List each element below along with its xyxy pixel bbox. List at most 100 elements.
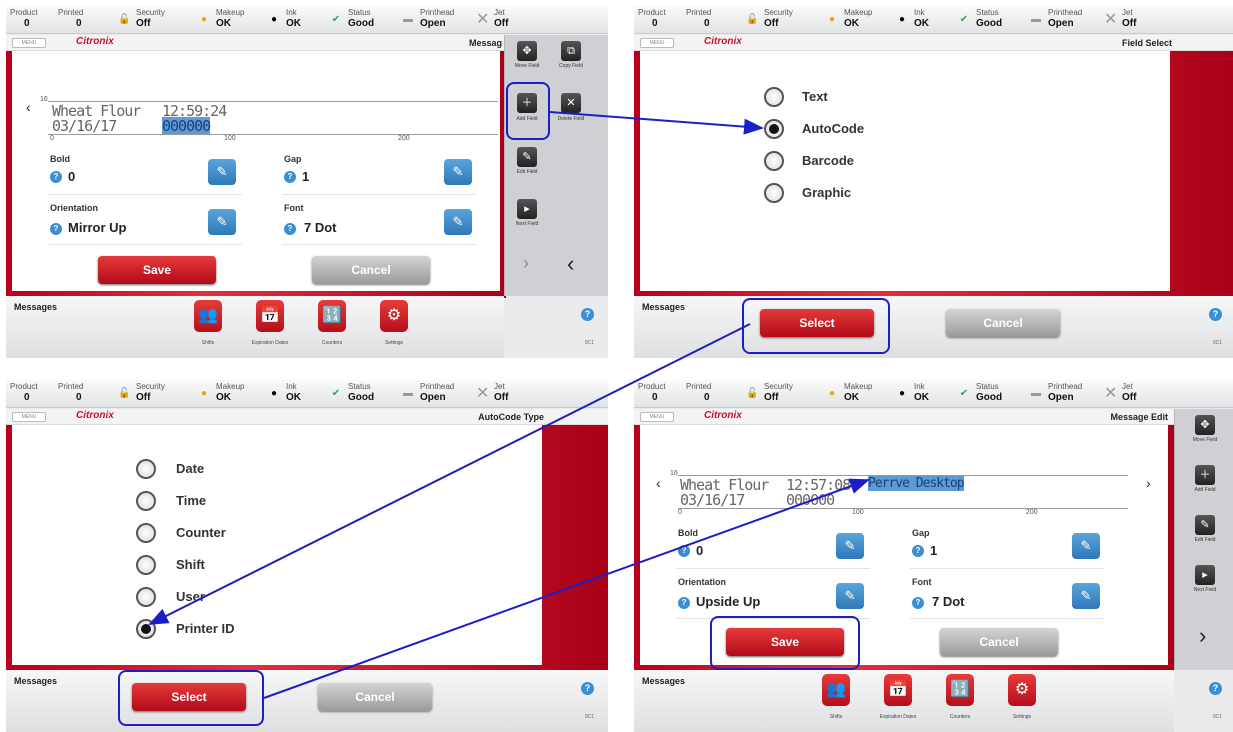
help-icon[interactable]: ? xyxy=(678,545,690,557)
help-icon[interactable]: ? xyxy=(1209,308,1222,321)
radio-counter[interactable] xyxy=(136,523,156,543)
version-label: 9C1 xyxy=(1212,340,1222,346)
preview-line2: 03/16/17 xyxy=(680,491,745,509)
ruler-100: 100 xyxy=(224,135,236,142)
copy-field-icon[interactable]: ⧉ xyxy=(561,41,581,61)
scroll-right-icon[interactable]: › xyxy=(1146,475,1151,491)
printed-label: Printed xyxy=(58,7,84,17)
gap-label: Gap xyxy=(284,154,302,164)
radio-date[interactable] xyxy=(136,459,156,479)
help-icon[interactable]: ? xyxy=(581,308,594,321)
version-label: 9C1 xyxy=(584,714,594,720)
settings-icon[interactable]: ⚙ xyxy=(380,300,408,332)
menu-button[interactable]: MENU xyxy=(12,412,46,422)
edit-field-icon[interactable]: ✎ xyxy=(517,147,537,167)
cancel-button[interactable]: Cancel xyxy=(946,309,1060,337)
next-field-icon[interactable]: ▸ xyxy=(517,199,537,219)
cancel-button[interactable]: Cancel xyxy=(312,256,430,284)
edit-orientation-icon[interactable]: ✎ xyxy=(836,583,864,609)
status-bar: Product 0 Printed 0 🔓 Security Off ● Makeup OK… xyxy=(634,380,1233,408)
expiration-dates-icon[interactable]: 📅 xyxy=(884,674,912,706)
scroll-left-icon[interactable]: ‹ xyxy=(26,99,31,115)
cancel-button[interactable]: Cancel xyxy=(940,628,1058,656)
help-icon[interactable]: ? xyxy=(50,171,62,183)
page-title: Messag xyxy=(468,38,502,48)
ink-drop-icon: ● xyxy=(898,387,906,399)
status-makeup: ● Makeup OK xyxy=(196,6,266,34)
product-label: Product xyxy=(10,381,38,391)
edit-gap-icon[interactable]: ✎ xyxy=(1072,533,1100,559)
field-select-list: Text AutoCode Barcode Graphic xyxy=(640,51,1170,291)
radio-user[interactable] xyxy=(136,587,156,607)
radio-time[interactable] xyxy=(136,491,156,511)
delete-field-icon[interactable]: ✕ xyxy=(561,93,581,113)
edit-font-icon[interactable]: ✎ xyxy=(1072,583,1100,609)
help-icon[interactable]: ? xyxy=(1209,682,1222,695)
edit-gap-icon[interactable]: ✎ xyxy=(444,159,472,185)
move-field-label: Move Field xyxy=(514,63,540,69)
radio-shift[interactable] xyxy=(136,555,156,575)
radio-printer-id[interactable] xyxy=(136,619,156,639)
chevron-right-icon[interactable]: › xyxy=(1199,623,1206,649)
scroll-left-icon[interactable]: ‹ xyxy=(656,475,661,491)
printed-value: 0 xyxy=(704,391,710,403)
cancel-button[interactable]: Cancel xyxy=(318,683,432,711)
printed-label: Printed xyxy=(686,7,712,17)
preview-code: 000000 xyxy=(786,491,835,509)
next-field-icon[interactable]: ▸ xyxy=(1195,565,1215,585)
add-field-icon[interactable]: ＋ xyxy=(1195,465,1215,485)
expiration-dates-icon[interactable]: 📅 xyxy=(256,300,284,332)
messages-label: Messages xyxy=(14,676,58,686)
help-icon[interactable]: ? xyxy=(912,545,924,557)
menu-button[interactable]: MENU xyxy=(640,412,674,422)
font-value: 7 Dot xyxy=(304,220,337,235)
chevron-left-icon[interactable]: ‹ xyxy=(567,251,574,277)
status-product: Product 0 xyxy=(6,380,54,408)
shifts-icon[interactable]: 👥 xyxy=(822,674,850,706)
autocode-type-list: Date Time Counter Shift User Printer ID xyxy=(12,425,542,665)
shifts-icon[interactable]: 👥 xyxy=(194,300,222,332)
edit-bold-icon[interactable]: ✎ xyxy=(836,533,864,559)
counters-icon[interactable]: 🔢 xyxy=(946,674,974,706)
help-icon[interactable]: ? xyxy=(50,223,62,235)
preview-code[interactable]: 000000 xyxy=(162,117,211,135)
orientation-label: Orientation xyxy=(50,203,99,213)
help-icon[interactable]: ? xyxy=(284,223,296,235)
gap-label: Gap xyxy=(912,528,930,538)
radio-graphic[interactable] xyxy=(764,183,784,203)
radio-autocode[interactable] xyxy=(764,119,784,139)
delete-field-label: Delete Field xyxy=(557,116,585,122)
makeup-label: Makeup xyxy=(216,381,245,391)
radio-barcode[interactable] xyxy=(764,151,784,171)
ink-value: OK xyxy=(914,17,929,29)
status-jet: ✕ Jet Off xyxy=(1102,380,1152,408)
help-icon[interactable]: ? xyxy=(284,171,296,183)
x-icon: ✕ xyxy=(1104,384,1118,402)
option-date-label: Date xyxy=(176,461,205,476)
product-value: 0 xyxy=(652,391,658,403)
preview-printer-id[interactable]: Perrve Desktop xyxy=(868,476,965,491)
edit-font-icon[interactable]: ✎ xyxy=(444,209,472,235)
move-field-icon[interactable]: ✥ xyxy=(517,41,537,61)
status-label: Status xyxy=(348,381,371,391)
menu-button[interactable]: MENU xyxy=(640,38,674,48)
edit-field-icon[interactable]: ✎ xyxy=(1195,515,1215,535)
save-button[interactable]: Save xyxy=(98,256,216,284)
help-icon[interactable]: ? xyxy=(678,597,690,609)
option-time-label: Time xyxy=(176,493,207,508)
status-ink: ● Ink OK xyxy=(894,6,956,34)
edit-bold-icon[interactable]: ✎ xyxy=(208,159,236,185)
move-field-icon[interactable]: ✥ xyxy=(1195,415,1215,435)
settings-icon[interactable]: ⚙ xyxy=(1008,674,1036,706)
logo: Citronix xyxy=(704,36,742,47)
footer-bar: Messages 👥 Shifts 📅 Expiration Dates 🔢 C… xyxy=(6,296,504,358)
help-icon[interactable]: ? xyxy=(912,597,924,609)
menu-button[interactable]: MENU xyxy=(12,38,46,48)
chevron-right-icon[interactable]: › xyxy=(523,253,529,274)
radio-text[interactable] xyxy=(764,87,784,107)
droplet-icon: ● xyxy=(200,387,208,399)
edit-orientation-icon[interactable]: ✎ xyxy=(208,209,236,235)
counters-icon[interactable]: 🔢 xyxy=(318,300,346,332)
security-label: Security xyxy=(764,381,793,391)
help-icon[interactable]: ? xyxy=(581,682,594,695)
